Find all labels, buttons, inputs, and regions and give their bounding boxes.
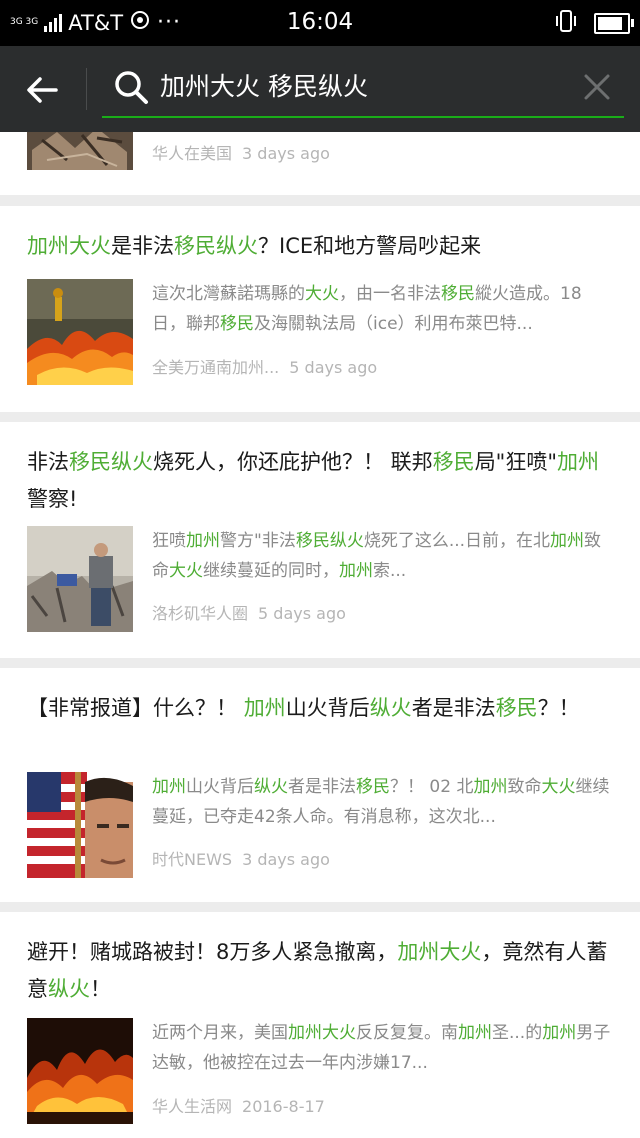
text-segment: ？ICE和地方警局吵起来 — [258, 234, 482, 258]
search-results-list: 华人在美国 3 days ago 加州大火是非法移民纵火？ICE和地方警局吵起来 … — [0, 0, 640, 1138]
highlighted-keyword: 加州 — [186, 531, 220, 551]
vibrate-icon — [554, 10, 578, 37]
highlighted-keyword: 大火 — [541, 777, 576, 797]
highlighted-keyword: 纵火 — [48, 977, 90, 1001]
status-bar: 3G 3G AT&T ··· 16:04 — [0, 0, 640, 46]
text-segment: ？！ 02 北 — [390, 777, 474, 797]
result-meta: 华人生活网 2016-8-17 — [152, 1093, 325, 1117]
result-date: 2016-8-17 — [242, 1097, 325, 1116]
text-segment: 這次北灣蘇諾瑪縣的 — [152, 284, 305, 304]
result-thumbnail — [27, 1018, 133, 1124]
text-segment: 局"狂喷" — [474, 450, 558, 474]
highlighted-keyword: 移民纵火 — [69, 450, 153, 474]
result-date: 3 days ago — [242, 144, 330, 163]
result-snippet: 這次北灣蘇諾瑪縣的大火，由一名非法移民縱火造成。18日，聯邦移民及海關執法局（i… — [152, 279, 612, 339]
result-snippet: 狂喷加州警方"非法移民纵火烧死了这么...日前，在北加州致命大火继续蔓延的同时，… — [152, 526, 612, 586]
text-segment: 非法 — [27, 450, 69, 474]
text-segment: 继续蔓延的同时， — [203, 561, 339, 581]
text-segment: 狂喷 — [152, 531, 186, 551]
result-snippet: 近两个月来，美国加州大火反反复复。南加州圣...的加州男子达敏，他被控在过去一年… — [152, 1018, 612, 1078]
header-divider — [86, 68, 87, 110]
result-title: 【非常报道】什么？！ 加州山火背后纵火者是非法移民？！ — [27, 690, 613, 727]
highlighted-keyword: 加州 — [473, 777, 508, 797]
result-card[interactable]: 加州大火是非法移民纵火？ICE和地方警局吵起来 這次北灣蘇諾瑪縣的大火，由一名非… — [0, 206, 640, 412]
battery-icon — [594, 13, 634, 34]
search-icon — [112, 68, 152, 108]
highlighted-keyword: 加州 — [542, 1023, 577, 1043]
highlighted-keyword: 移民 — [441, 284, 475, 304]
text-segment: 警察! — [27, 487, 78, 511]
highlighted-keyword: 加州大火 — [397, 940, 482, 964]
highlighted-keyword: 加州 — [550, 531, 585, 551]
highlighted-keyword: 移民 — [432, 450, 475, 474]
result-thumbnail — [27, 772, 133, 878]
result-thumbnail — [27, 526, 133, 632]
result-card[interactable]: 非法移民纵火烧死人，你还庇护他？！ 联邦移民局"狂喷"加州警察! 狂喷加州警方"… — [0, 422, 640, 658]
clock: 16:04 — [286, 9, 354, 35]
highlighted-keyword: 加州 — [458, 1023, 492, 1043]
text-segment: 者是非法 — [288, 777, 356, 797]
text-segment: ！ — [90, 977, 111, 1001]
result-title: 加州大火是非法移民纵火？ICE和地方警局吵起来 — [27, 228, 613, 265]
highlighted-keyword: 加州大火 — [288, 1023, 356, 1043]
search-input[interactable] — [160, 68, 560, 102]
result-meta: 时代NEWS 3 days ago — [152, 846, 330, 870]
result-snippet: 加州山火背后纵火者是非法移民？！ 02 北加州致命大火继续蔓延，已夺走42条人命… — [152, 772, 612, 832]
text-segment: 索... — [373, 561, 407, 581]
highlighted-keyword: 移民 — [220, 314, 254, 334]
result-date: 5 days ago — [289, 358, 378, 377]
highlighted-keyword: 加州 — [243, 696, 286, 720]
highlighted-keyword: 纵火 — [254, 777, 288, 797]
result-source: 华人生活网 — [152, 1097, 233, 1116]
highlighted-keyword: 大火 — [169, 561, 203, 581]
search-box[interactable] — [102, 56, 624, 118]
text-segment: 圣...的 — [492, 1023, 543, 1043]
result-card[interactable]: 避开！赌城路被封！8万多人紧急撤离，加州大火，竟然有人蓄意纵火！ 近两个月来，美… — [0, 912, 640, 1138]
text-segment: 致命 — [507, 777, 542, 797]
result-thumbnail — [27, 279, 133, 385]
back-arrow-icon[interactable] — [22, 68, 66, 112]
highlighted-keyword: 加州 — [152, 777, 186, 797]
highlighted-keyword: 移民 — [356, 777, 390, 797]
result-meta: 洛杉矶华人圈 5 days ago — [152, 600, 346, 624]
text-segment: 山火背后 — [285, 696, 370, 720]
result-meta: 华人在美国 3 days ago — [152, 140, 330, 164]
result-date: 5 days ago — [258, 604, 346, 623]
text-segment: 者是非法 — [411, 696, 496, 720]
text-segment: 【非常报道】什么？！ — [27, 696, 244, 720]
result-title: 非法移民纵火烧死人，你还庇护他？！ 联邦移民局"狂喷"加州警察! — [27, 444, 613, 518]
text-segment: 反反复复。南 — [356, 1023, 458, 1043]
highlighted-keyword: 移民 — [495, 696, 538, 720]
search-header — [0, 46, 640, 132]
result-source: 华人在美国 — [152, 144, 233, 163]
text-segment: 是非法 — [111, 234, 174, 258]
highlighted-keyword: 纵火 — [369, 696, 412, 720]
result-date: 3 days ago — [242, 850, 330, 869]
highlighted-keyword: 加州 — [339, 561, 373, 581]
text-segment: 避开！赌城路被封！8万多人紧急撤离， — [27, 940, 398, 964]
result-meta: 全美万通南加州... 5 days ago — [152, 354, 377, 378]
text-segment: 山火背后 — [186, 777, 254, 797]
text-segment: 及海關執法局（ice）利用布萊巴特... — [254, 314, 533, 334]
result-title: 避开！赌城路被封！8万多人紧急撤离，加州大火，竟然有人蓄意纵火！ — [27, 934, 613, 1008]
result-source: 全美万通南加州... — [152, 358, 280, 377]
status-right — [554, 10, 634, 37]
highlighted-keyword: 加州 — [557, 450, 600, 474]
text-segment: 警方"非法 — [220, 531, 296, 551]
result-card[interactable]: 【非常报道】什么？！ 加州山火背后纵火者是非法移民？！ 加州山火背后纵火者是非法… — [0, 668, 640, 902]
text-segment: 烧死了这么...日前，在北 — [363, 531, 551, 551]
highlighted-keyword: 加州大火 — [27, 234, 111, 258]
text-segment: 近两个月来，美国 — [152, 1023, 288, 1043]
result-source: 时代NEWS — [152, 850, 233, 869]
clear-icon[interactable] — [580, 70, 614, 104]
text-segment: 烧死人，你还庇护他？！ 联邦 — [153, 450, 433, 474]
highlighted-keyword: 移民纵火 — [174, 234, 258, 258]
text-segment: ？！ — [537, 696, 580, 720]
highlighted-keyword: 大火 — [305, 284, 339, 304]
text-segment: ，由一名非法 — [339, 284, 441, 304]
highlighted-keyword: 移民纵火 — [295, 531, 364, 551]
result-source: 洛杉矶华人圈 — [152, 604, 249, 623]
